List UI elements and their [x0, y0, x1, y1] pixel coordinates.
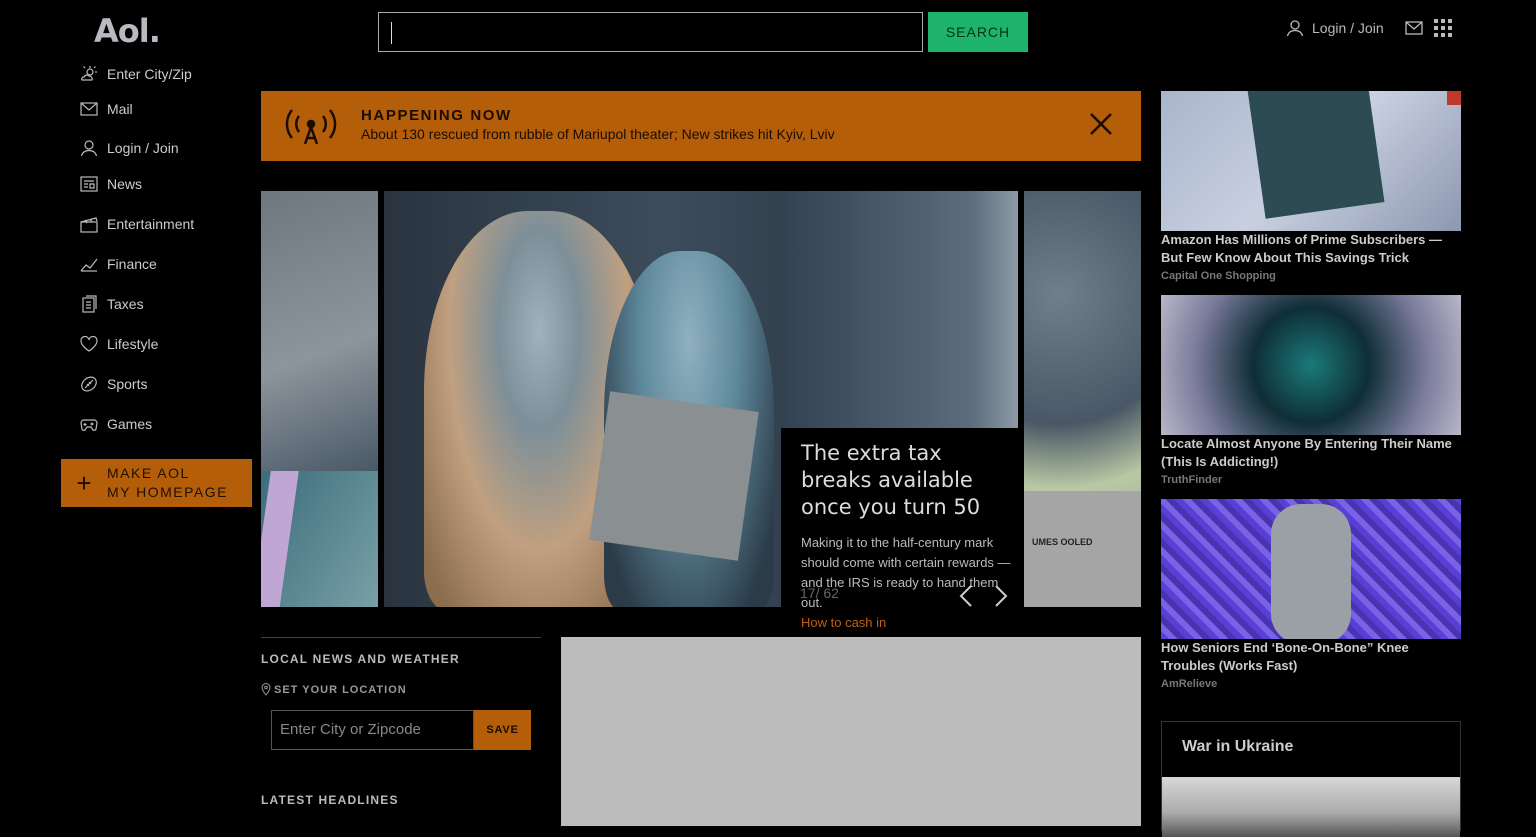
slide-image-shape [589, 391, 759, 561]
ad-image[interactable] [1161, 295, 1461, 435]
sidebar-item-label: Mail [107, 101, 133, 117]
homepage-line-1: MAKE AOL [107, 465, 190, 481]
save-button[interactable]: SAVE [474, 710, 531, 750]
content-placeholder [561, 637, 1141, 826]
carousel-slide-previous[interactable] [261, 191, 378, 607]
sidebar-item-login[interactable]: Login / Join [80, 137, 179, 159]
set-location-text: SET YOUR LOCATION [274, 683, 407, 696]
happening-now-banner[interactable]: HAPPENING NOW About 130 rescued from rub… [261, 91, 1141, 161]
sidebar-item-label: Games [107, 416, 153, 432]
user-icon [80, 140, 98, 157]
sidebar-item-weather[interactable]: Enter City/Zip [80, 63, 192, 85]
ad-title[interactable]: Amazon Has Millions of Prime Subscribers… [1161, 231, 1461, 267]
latest-headlines-heading: LATEST HEADLINES [261, 793, 399, 807]
header-mail-icon[interactable] [1405, 20, 1423, 41]
sidebar-item-label: Taxes [107, 296, 144, 312]
module-image[interactable] [1162, 777, 1460, 837]
search-button[interactable]: SEARCH [928, 12, 1028, 52]
sidebar-item-lifestyle[interactable]: Lifestyle [80, 333, 158, 355]
slide-cta-link[interactable]: How to cash in [801, 615, 886, 630]
ad-title[interactable]: Locate Almost Anyone By Entering Their N… [1161, 435, 1461, 471]
clapperboard-icon [80, 217, 98, 233]
document-icon [82, 295, 97, 313]
header-login-link[interactable]: Login / Join [1286, 19, 1384, 37]
aol-logo[interactable]: Aol. [94, 12, 161, 50]
ad-image[interactable] [1161, 91, 1461, 231]
banner-headline[interactable]: About 130 rescued from rubble of Mariupo… [361, 126, 835, 142]
set-location-label[interactable]: SET YOUR LOCATION [261, 683, 407, 696]
homepage-line-2: MY HOMEPAGE [107, 484, 229, 500]
text-caret [391, 22, 392, 44]
sidebar-item-entertainment[interactable]: Entertainment [80, 213, 194, 235]
make-homepage-button[interactable]: + MAKE AOL MY HOMEPAGE [61, 459, 252, 507]
sidebar-item-finance[interactable]: Finance [80, 253, 157, 275]
local-news-heading: LOCAL NEWS AND WEATHER [261, 652, 460, 666]
ad-image-shape [1271, 504, 1351, 639]
location-pin-icon [261, 683, 271, 696]
ad-image[interactable] [1161, 499, 1461, 639]
sidebar-item-sports[interactable]: Sports [80, 373, 147, 395]
slide-shirt-text: UMES OOLED [1032, 537, 1093, 547]
divider [261, 637, 541, 638]
heart-icon [80, 335, 98, 352]
sidebar-item-games[interactable]: Games [80, 413, 152, 435]
apps-grid-icon[interactable] [1434, 19, 1452, 37]
ad-title[interactable]: How Seniors End ‘Bone-On-Bone” Knee Trou… [1161, 639, 1461, 675]
close-icon[interactable] [1089, 112, 1113, 136]
chart-icon [80, 258, 98, 272]
slide-description: Making it to the half-century mark shoul… [801, 535, 1011, 610]
sidebar-item-label: Finance [107, 256, 157, 272]
search-input[interactable] [378, 12, 923, 52]
sidebar-item-label: Enter City/Zip [107, 66, 192, 82]
slide-counter: 17/ 62 [800, 585, 839, 601]
chevron-right-icon[interactable] [993, 584, 1009, 608]
plus-icon: + [76, 467, 92, 498]
ad-source: AmRelieve [1161, 678, 1218, 690]
adchoices-icon[interactable] [1447, 91, 1461, 105]
ball-icon [81, 376, 97, 392]
gamepad-icon [80, 419, 98, 431]
slide-title[interactable]: The extra tax breaks available once you … [801, 440, 1011, 521]
ad-image-shape [1247, 91, 1385, 219]
sidebar-item-label: Lifestyle [107, 336, 159, 352]
ad-source: TruthFinder [1161, 474, 1223, 486]
sidebar-item-taxes[interactable]: Taxes [80, 293, 144, 315]
sidebar-item-news[interactable]: News [80, 173, 142, 195]
chevron-left-icon[interactable] [958, 584, 974, 608]
news-icon [80, 176, 98, 192]
mail-icon [80, 102, 98, 116]
weather-icon [81, 66, 97, 81]
slide-image-shape [1024, 491, 1141, 607]
sidebar-item-label: Sports [107, 376, 148, 392]
banner-kicker: HAPPENING NOW [361, 107, 512, 124]
slide-image-shape [784, 191, 1018, 428]
sidebar-item-label: Entertainment [107, 216, 195, 232]
broadcast-icon [285, 109, 337, 145]
war-in-ukraine-module[interactable]: War in Ukraine [1161, 721, 1461, 837]
city-zip-input[interactable]: Enter City or Zipcode [271, 710, 474, 750]
user-icon [1286, 20, 1304, 37]
carousel-caption: The extra tax breaks available once you … [781, 428, 1018, 638]
sidebar-item-mail[interactable]: Mail [80, 98, 133, 120]
ad-source: Capital One Shopping [1161, 270, 1276, 282]
sidebar-item-label: News [107, 176, 143, 192]
carousel-slide-next[interactable]: UMES OOLED [1024, 191, 1141, 607]
sidebar-item-label: Login / Join [107, 140, 179, 156]
module-heading: War in Ukraine [1182, 738, 1294, 755]
header-login-label: Login / Join [1312, 20, 1384, 36]
